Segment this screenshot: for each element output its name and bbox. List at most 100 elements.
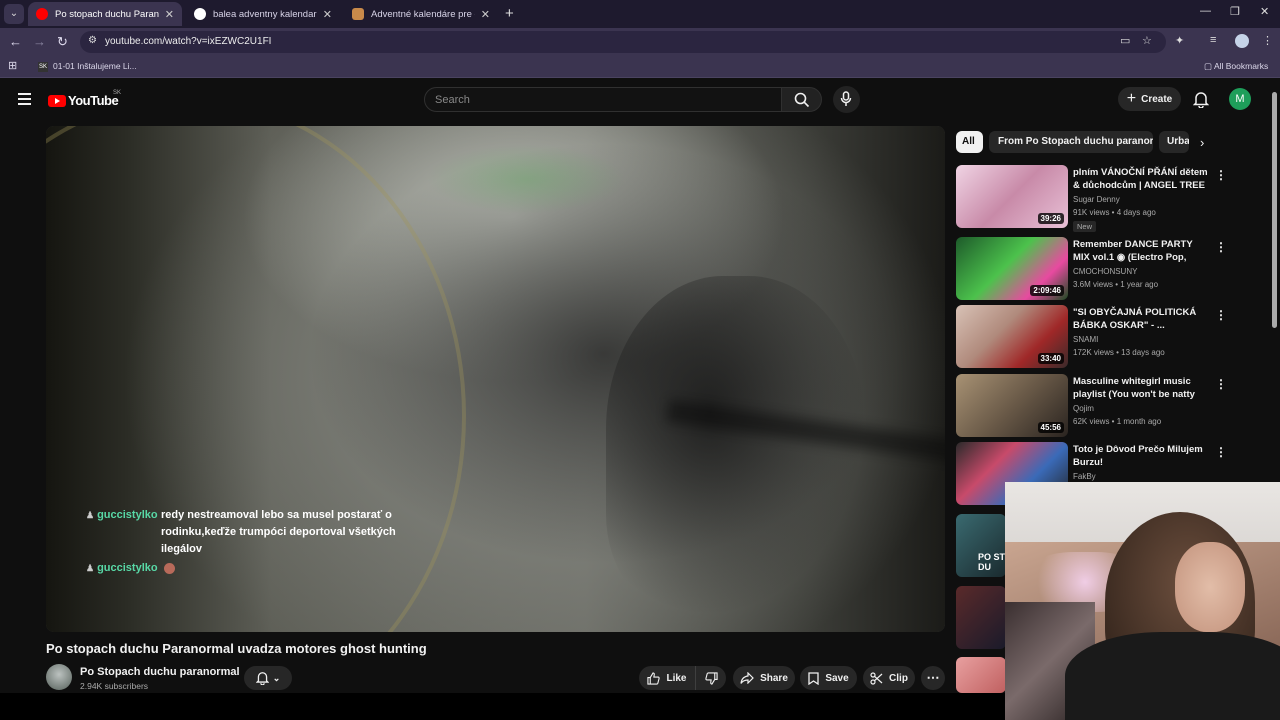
video-player[interactable]: ♟ guccistylko redy nestreamoval lebo sa m… xyxy=(46,126,945,632)
site-info-icon[interactable]: ⚙ xyxy=(88,35,97,46)
more-actions-button[interactable]: ⋯ xyxy=(921,666,945,690)
recommendation-item[interactable]: 45:56 Masculine whitegirl music playlist… xyxy=(956,374,1227,438)
save-label: Save xyxy=(825,672,849,684)
media-controls-icon[interactable]: ≡ xyxy=(1210,34,1216,46)
minimize-icon[interactable]: — xyxy=(1200,5,1211,17)
tab-google-search[interactable]: balea adventny kalendar 2025 - Google Se… xyxy=(186,2,340,26)
recommendation-thumbnail[interactable]: 39:26 xyxy=(956,165,1068,228)
recommendation-title[interactable]: "SI OBYČAJNÁ POLITICKÁ BÁBKA OSKAR" - ..… xyxy=(1073,306,1209,332)
tab-search-chevron-icon[interactable]: ⌄ xyxy=(4,4,24,24)
page-scrollbar-thumb[interactable] xyxy=(1272,92,1277,328)
window-close-icon[interactable]: ✕ xyxy=(1260,5,1269,18)
bookmark-item[interactable]: SK 01-01 Inštalujeme Li... xyxy=(38,61,137,72)
thumbs-up-icon xyxy=(647,671,661,685)
chat-message: ♟ guccistylko redy nestreamoval lebo sa m… xyxy=(86,507,396,555)
webcam-person-face xyxy=(1175,542,1245,632)
search-button[interactable] xyxy=(781,87,822,112)
recommendation-item[interactable]: 39:26 plním VÁNOČNÍ PŘÁNÍ dětem & důchod… xyxy=(956,165,1227,232)
tab-close-icon[interactable]: ✕ xyxy=(323,8,332,21)
recommendation-thumbnail[interactable]: 33:40 xyxy=(956,305,1068,368)
tab-close-icon[interactable]: ✕ xyxy=(481,8,490,21)
save-button[interactable]: Save xyxy=(800,666,857,690)
webcam-overlay xyxy=(1005,482,1280,720)
recommendation-item[interactable]: 2:09:46 Remember DANCE PARTY MIX vol.1 ◉… xyxy=(956,237,1227,301)
search-box xyxy=(424,87,782,112)
recommendation-item[interactable] xyxy=(956,586,1006,650)
browser-profile-avatar[interactable] xyxy=(1235,34,1249,48)
create-button[interactable]: + Create xyxy=(1118,87,1181,111)
chip-from-channel[interactable]: From Po Stopach duchu paranormal xyxy=(989,131,1153,153)
chip-urban[interactable]: Urban xyxy=(1159,131,1189,153)
notifications-bell-icon[interactable] xyxy=(1193,91,1209,108)
reload-icon[interactable]: ↻ xyxy=(57,34,68,50)
dislike-button[interactable] xyxy=(695,666,726,690)
recommendation-title[interactable]: Toto je Dôvod Prečo Milujem Burzu! xyxy=(1073,443,1209,469)
cast-icon[interactable]: ▭ xyxy=(1120,34,1130,47)
recommendation-channel[interactable]: FakBy xyxy=(1073,472,1096,481)
subscription-bell-button[interactable]: ⌄ xyxy=(244,666,292,690)
more-vertical-icon[interactable]: ⋮ xyxy=(1215,308,1227,322)
more-vertical-icon[interactable]: ⋮ xyxy=(1215,240,1227,254)
recommendation-thumbnail[interactable] xyxy=(956,657,1006,693)
extensions-puzzle-icon[interactable]: ✦ xyxy=(1175,34,1184,47)
bookmark-save-icon xyxy=(808,671,819,685)
recommendation-channel[interactable]: CMOCHONSUNY xyxy=(1073,267,1137,276)
google-favicon-icon xyxy=(194,8,206,20)
like-button[interactable]: Like xyxy=(639,666,695,690)
recommendation-title[interactable]: Masculine whitegirl music playlist (You … xyxy=(1073,375,1209,401)
youtube-header: YouTube SK + Create M xyxy=(0,80,1280,118)
recommendation-title[interactable]: plním VÁNOČNÍ PŘÁNÍ dětem & důchodcům | … xyxy=(1073,166,1209,192)
voice-search-button[interactable] xyxy=(833,86,860,113)
chip-all[interactable]: All xyxy=(956,131,983,153)
share-button[interactable]: Share xyxy=(733,666,795,690)
recommendation-item[interactable]: PO ST DU xyxy=(956,514,1006,578)
all-bookmarks-button[interactable]: ▢ All Bookmarks xyxy=(1204,61,1268,72)
recommendation-title[interactable]: Remember DANCE PARTY MIX vol.1 ◉ (Electr… xyxy=(1073,238,1209,264)
recommendation-item[interactable]: 33:40 "SI OBYČAJNÁ POLITICKÁ BÁBKA OSKAR… xyxy=(956,305,1227,369)
tab-title: Adventné kalendáre pre celú rodinu xyxy=(371,8,475,20)
search-input[interactable] xyxy=(425,88,781,111)
more-vertical-icon[interactable]: ⋮ xyxy=(1215,168,1227,182)
hamburger-menu-icon[interactable] xyxy=(18,93,31,108)
recommendation-thumbnail[interactable] xyxy=(956,586,1006,649)
more-horizontal-icon: ⋯ xyxy=(926,670,940,685)
video-duration: 39:26 xyxy=(1037,213,1064,224)
youtube-logo[interactable]: YouTube xyxy=(48,93,119,108)
recommendation-channel[interactable]: Qojim xyxy=(1073,404,1094,413)
channel-name[interactable]: Po Stopach duchu paranormal xyxy=(80,666,240,678)
bookmark-star-icon[interactable]: ☆ xyxy=(1142,34,1152,47)
tab-close-icon[interactable]: ✕ xyxy=(165,8,174,21)
new-tab-plus-icon[interactable]: + xyxy=(505,5,514,22)
address-bar[interactable]: ⚙ youtube.com/watch?v=ixEZWC2U1FI xyxy=(80,31,1166,53)
recommendation-item[interactable] xyxy=(956,657,1006,720)
recommendation-thumbnail[interactable]: PO ST DU xyxy=(956,514,1006,577)
tab-title: balea adventny kalendar 2025 - Google Se… xyxy=(213,8,317,20)
chat-username: guccistylko xyxy=(97,562,158,574)
chat-message-text: redy nestreamoval lebo sa musel postarať… xyxy=(161,509,396,555)
chat-emoji-icon xyxy=(163,562,175,574)
back-arrow-icon[interactable]: ← xyxy=(9,34,22,49)
tab-youtube[interactable]: Po stopach duchu Paranormal uvadza motor… xyxy=(28,2,182,26)
more-vertical-icon[interactable]: ⋮ xyxy=(1215,377,1227,391)
forward-arrow-icon[interactable]: → xyxy=(33,34,46,49)
account-avatar[interactable]: M xyxy=(1229,88,1251,110)
subscriber-count: 2.94K subscribers xyxy=(80,681,149,691)
chevron-right-icon[interactable]: › xyxy=(1200,135,1204,150)
channel-avatar[interactable] xyxy=(46,664,72,690)
tab-advent-calendars[interactable]: Adventné kalendáre pre celú rodinu ✕ xyxy=(344,2,498,26)
bell-icon xyxy=(255,672,269,685)
recommendation-channel[interactable]: SNAMI xyxy=(1073,335,1098,344)
restore-icon[interactable]: ❐ xyxy=(1230,5,1240,18)
recommendation-meta: 3.6M views • 1 year ago xyxy=(1073,280,1159,289)
recommendation-channel[interactable]: Sugar Denny xyxy=(1073,195,1120,204)
recommendation-thumbnail[interactable]: 2:09:46 xyxy=(956,237,1068,300)
browser-menu-kebab-icon[interactable]: ⋮ xyxy=(1262,34,1273,47)
youtube-play-logo-icon xyxy=(48,94,66,107)
more-vertical-icon[interactable]: ⋮ xyxy=(1215,445,1227,459)
moderator-badge-icon: ♟ xyxy=(86,510,95,520)
recommendation-thumbnail[interactable]: 45:56 xyxy=(956,374,1068,437)
apps-grid-icon[interactable]: ⊞ xyxy=(8,59,17,72)
thumbnail-text: PO ST DU xyxy=(978,552,1006,572)
video-duration: 2:09:46 xyxy=(1030,285,1064,296)
clip-button[interactable]: Clip xyxy=(863,666,915,690)
